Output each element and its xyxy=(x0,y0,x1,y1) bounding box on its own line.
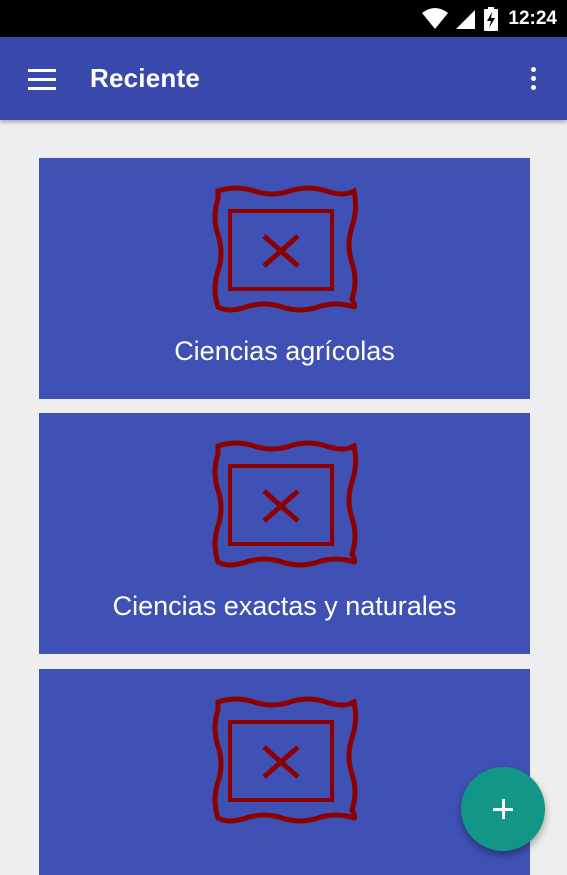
card-label: Ciencias agrícolas xyxy=(174,336,395,366)
broken-image-icon xyxy=(212,696,359,824)
card-list: Ciencias agrícolas Ciencias exactas y na… xyxy=(0,120,567,875)
category-card[interactable]: Ciencias exactas y naturales xyxy=(39,413,530,654)
page-title: Reciente xyxy=(90,63,200,93)
battery-charging-icon xyxy=(484,6,499,31)
card-label: Ciencias exactas y naturales xyxy=(112,591,457,621)
status-icons: 12:24 xyxy=(422,0,557,37)
app-bar: Reciente xyxy=(0,37,567,120)
status-bar: 12:24 xyxy=(0,0,567,37)
signal-icon xyxy=(456,9,476,29)
category-card[interactable] xyxy=(39,669,530,875)
category-card[interactable]: Ciencias agrícolas xyxy=(39,158,530,399)
more-vert-icon[interactable] xyxy=(519,61,549,97)
menu-icon[interactable] xyxy=(22,61,62,97)
wifi-icon xyxy=(422,7,449,29)
status-time: 12:24 xyxy=(508,7,557,29)
broken-image-icon xyxy=(212,185,359,313)
add-button[interactable] xyxy=(461,767,545,851)
broken-image-icon xyxy=(212,440,359,568)
